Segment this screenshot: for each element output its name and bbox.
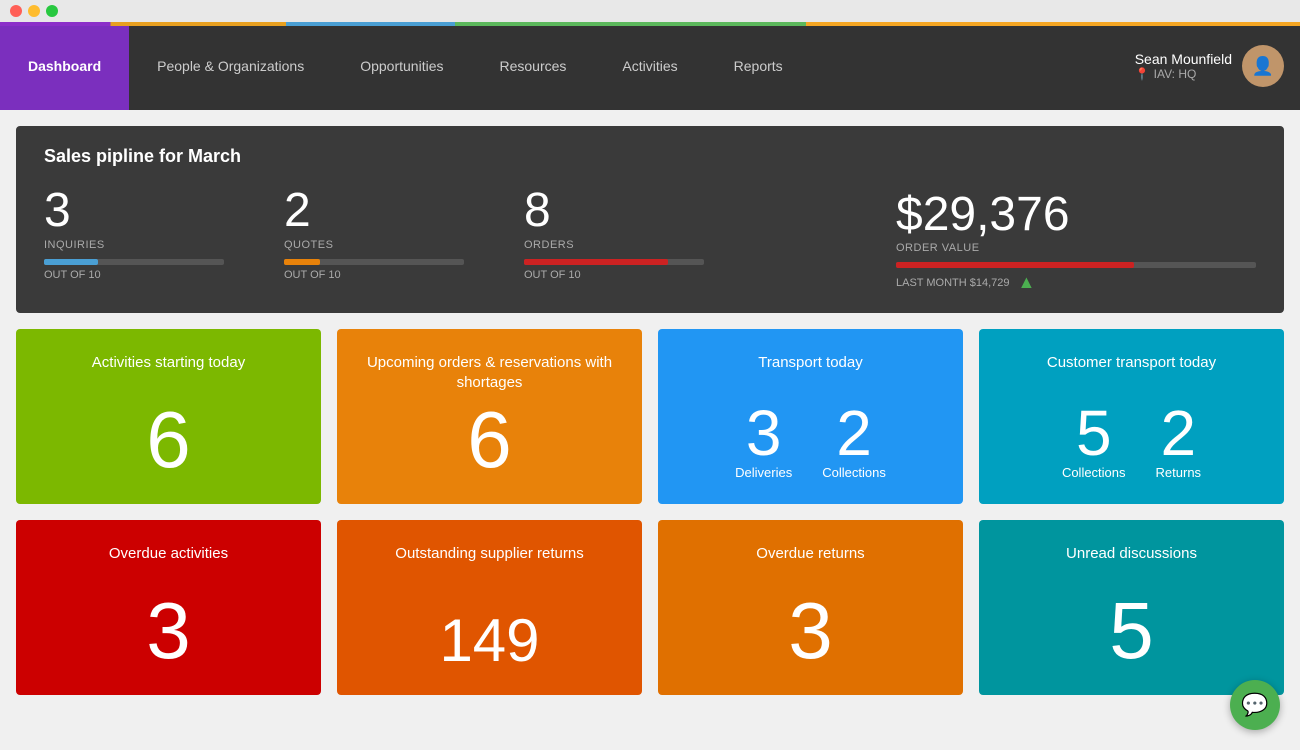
inquiries-number: 3 [44,187,224,235]
location-pin-icon: 📍 [1135,67,1150,81]
quotes-bar [284,259,320,265]
minimize-button[interactable] [28,5,40,17]
orders-number: 8 [524,187,704,235]
tile-outstanding-supplier-title: Outstanding supplier returns [395,544,583,564]
tile-customer-split: 5 Collections 2 Returns [1062,401,1201,480]
tile-overdue-activities-title: Overdue activities [109,544,228,564]
avatar[interactable]: 👤 [1242,45,1284,87]
tile-unread-discussions[interactable]: Unread discussions 5 [979,520,1284,695]
returns-number: 2 [1161,401,1197,465]
inquiries-sub: OUT OF 10 [44,269,224,281]
tile-upcoming-orders[interactable]: Upcoming orders & reservations with shor… [337,329,642,504]
tile-unread-discussions-title: Unread discussions [1066,544,1197,564]
nav-reports[interactable]: Reports [706,22,811,110]
inquiries-bar-container [44,259,224,265]
user-section: Sean Mounfield 📍 IAV: HQ 👤 [1135,22,1300,110]
tile-overdue-activities-number: 3 [146,591,191,671]
stat-quotes: 2 QUOTES OUT OF 10 [284,187,464,281]
cust-collections-item: 5 Collections [1062,401,1126,480]
orders-sub: OUT OF 10 [524,269,704,281]
user-info: Sean Mounfield 📍 IAV: HQ [1135,51,1232,81]
orders-label: ORDERS [524,239,704,251]
stat-inquiries: 3 INQUIRIES OUT OF 10 [44,187,224,281]
pipeline-stats: 3 INQUIRIES OUT OF 10 2 QUOTES OUT OF 10… [44,187,1256,293]
title-bar [0,0,1300,22]
tile-transport-split: 3 Deliveries 2 Collections [735,401,886,480]
deliveries-item: 3 Deliveries [735,401,792,480]
arrow-up-icon: ▲ [1018,272,1036,293]
tile-overdue-activities[interactable]: Overdue activities 3 [16,520,321,695]
quotes-sub: OUT OF 10 [284,269,464,281]
maximize-button[interactable] [46,5,58,17]
close-button[interactable] [10,5,22,17]
tile-outstanding-supplier[interactable]: Outstanding supplier returns 149 [337,520,642,695]
chat-icon: 💬 [1241,692,1268,718]
collections-item: 2 Collections [822,401,886,480]
tile-overdue-returns[interactable]: Overdue returns 3 [658,520,963,695]
tile-upcoming-orders-title: Upcoming orders & reservations with shor… [357,353,622,392]
chat-button[interactable]: 💬 [1230,680,1280,730]
tile-activities-today-number: 6 [146,400,191,480]
order-value-section: $29,376 ORDER VALUE LAST MONTH $14,729 ▲ [896,187,1256,293]
deliveries-label: Deliveries [735,465,792,480]
tile-customer-transport-title: Customer transport today [1047,353,1216,373]
pipeline-title: Sales pipline for March [44,146,1256,167]
quotes-bar-container [284,259,464,265]
deliveries-number: 3 [746,401,782,465]
main-content: Sales pipline for March 3 INQUIRIES OUT … [0,110,1300,750]
tile-overdue-returns-title: Overdue returns [756,544,864,564]
order-bar-fill [896,262,1134,268]
orders-bar [524,259,668,265]
tile-activities-today-title: Activities starting today [92,353,245,373]
nav-activities[interactable]: Activities [594,22,705,110]
tile-customer-transport[interactable]: Customer transport today 5 Collections 2… [979,329,1284,504]
inquiries-label: INQUIRIES [44,239,224,251]
collections-number: 2 [836,401,872,465]
tile-overdue-returns-number: 3 [788,591,833,671]
returns-item: 2 Returns [1156,401,1202,480]
cust-collections-number: 5 [1076,401,1112,465]
pipeline-card: Sales pipline for March 3 INQUIRIES OUT … [16,126,1284,313]
tile-upcoming-orders-number: 6 [467,400,512,480]
order-value-bar [896,262,1256,268]
nav-dashboard[interactable]: Dashboard [0,22,129,110]
inquiries-bar [44,259,98,265]
orders-bar-container [524,259,704,265]
user-location: 📍 IAV: HQ [1135,67,1232,81]
tile-grid-row1: Activities starting today 6 Upcoming ord… [16,329,1284,504]
tile-grid-row2: Overdue activities 3 Outstanding supplie… [16,520,1284,695]
nav-people[interactable]: People & Organizations [129,22,332,110]
tile-activities-today[interactable]: Activities starting today 6 [16,329,321,504]
quotes-label: QUOTES [284,239,464,251]
user-name: Sean Mounfield [1135,51,1232,67]
returns-label: Returns [1156,465,1202,480]
cust-collections-label: Collections [1062,465,1126,480]
nav-resources[interactable]: Resources [472,22,595,110]
tile-unread-discussions-number: 5 [1109,591,1154,671]
quotes-number: 2 [284,187,464,235]
collections-label: Collections [822,465,886,480]
tile-transport-today-title: Transport today [758,353,863,373]
last-month: LAST MONTH $14,729 ▲ [896,272,1035,293]
tile-transport-today[interactable]: Transport today 3 Deliveries 2 Collectio… [658,329,963,504]
tile-outstanding-supplier-number: 149 [439,611,539,671]
nav-bar: Dashboard People & Organizations Opportu… [0,22,1300,110]
order-value-number: $29,376 [896,187,1070,242]
order-value-label: ORDER VALUE [896,242,980,254]
stat-orders: 8 ORDERS OUT OF 10 [524,187,704,281]
nav-opportunities[interactable]: Opportunities [332,22,471,110]
